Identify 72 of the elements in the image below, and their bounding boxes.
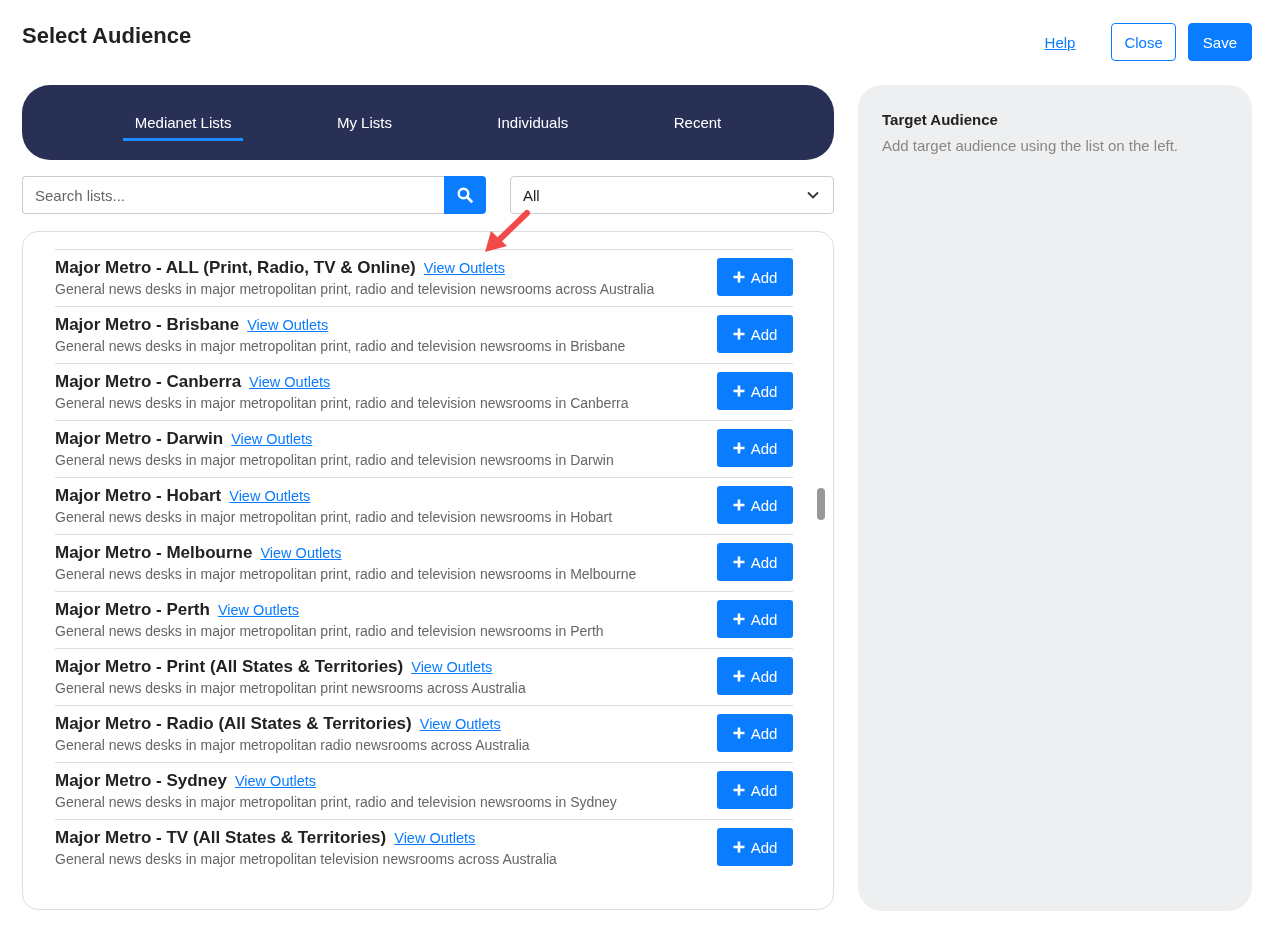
tab[interactable]: Individuals — [485, 107, 581, 141]
add-button[interactable]: Add — [717, 486, 793, 524]
list-description: General news desks in major metropolitan print, radio and television newsrooms across Australia — [55, 280, 656, 299]
plus-icon — [732, 841, 745, 853]
add-button[interactable]: Add — [717, 657, 793, 695]
list-description: General news desks in major metropolitan print, radio and television newsrooms in Darwin — [55, 451, 615, 470]
list-name: Major Metro - Brisbane — [55, 314, 240, 336]
add-button[interactable]: Add — [717, 543, 793, 581]
tab[interactable]: Medianet Lists — [122, 107, 244, 141]
list-description: General news desks in major metropolitan print, radio and television newsrooms in Canberra — [55, 394, 630, 413]
list-description: General news desks in major metropolitan print, radio and television newsrooms in Sydney — [55, 793, 618, 812]
plus-icon — [732, 613, 745, 625]
list-description: General news desks in major metropolitan print, radio and television newsrooms in Brisbane — [55, 337, 627, 356]
view-outlets-link[interactable]: View Outlets — [394, 830, 476, 846]
plus-icon — [732, 442, 745, 454]
plus-icon — [732, 499, 745, 511]
add-button[interactable]: Add — [717, 429, 793, 467]
plus-icon — [732, 328, 745, 340]
list-description: General news desks in major metropolitan print, radio and television newsrooms in Hobart — [55, 508, 614, 527]
search-field[interactable]: Search lists... — [22, 176, 444, 214]
save-button[interactable]: Save — [1187, 23, 1252, 61]
list-name: Major Metro - Darwin — [55, 428, 224, 450]
list-name: Major Metro - Hobart — [55, 485, 222, 507]
view-outlets-link[interactable]: View Outlets — [231, 431, 313, 447]
list-name: Major Metro - Radio (All States & Territories) — [55, 713, 412, 735]
add-button[interactable]: Add — [717, 600, 793, 638]
plus-icon — [732, 670, 745, 682]
list-name: Major Metro - TV (All States & Territories) — [55, 827, 387, 849]
page-title: Select Audience — [22, 23, 192, 49]
plus-icon — [732, 385, 745, 397]
panel-hint: Add target audience using the list on the left. — [882, 137, 1180, 154]
list-name: Major Metro - Canberra — [55, 371, 242, 393]
search-icon — [457, 187, 473, 203]
list-name: Major Metro - Print (All States & Territories) — [55, 656, 404, 678]
view-outlets-link[interactable]: View Outlets — [217, 602, 300, 618]
chevron-down-icon — [807, 191, 819, 199]
list-description: General news desks in major metropolitan print, radio and television newsrooms in Perth — [55, 622, 605, 641]
plus-icon — [732, 727, 745, 739]
add-button[interactable]: Add — [717, 315, 793, 353]
list-description: General news desks in major metropolitan radio newsrooms across Australia — [55, 736, 531, 755]
help-link[interactable]: Help — [1032, 33, 1088, 51]
list-name: Major Metro - Melbourne — [55, 542, 253, 564]
scrollbar-thumb[interactable] — [817, 488, 825, 520]
tab[interactable]: Recent — [661, 107, 734, 141]
list-description: General news desks in major metropolitan print newsrooms across Australia — [55, 679, 527, 698]
add-button[interactable]: Add — [717, 828, 793, 866]
view-outlets-link[interactable]: View Outlets — [247, 317, 329, 333]
panel-title: Target Audience — [882, 111, 999, 128]
plus-icon — [732, 556, 745, 568]
view-outlets-link[interactable]: View Outlets — [419, 716, 501, 732]
tab[interactable]: My Lists — [324, 107, 404, 141]
view-outlets-link[interactable]: View Outlets — [423, 260, 505, 276]
view-outlets-link[interactable]: View Outlets — [229, 488, 311, 504]
filter-dropdown[interactable]: All — [510, 176, 834, 214]
view-outlets-link[interactable]: View Outlets — [411, 659, 493, 675]
list-name: Major Metro - Sydney — [55, 770, 227, 792]
view-outlets-link[interactable]: View Outlets — [249, 374, 331, 390]
list-name: Major Metro - Perth — [55, 599, 210, 621]
add-button[interactable]: Add — [717, 771, 793, 809]
list-description: General news desks in major metropolitan television newsrooms across Australia — [55, 850, 558, 869]
plus-icon — [732, 271, 745, 283]
add-button[interactable]: Add — [717, 258, 793, 296]
add-button[interactable]: Add — [717, 714, 793, 752]
search-button[interactable] — [444, 176, 486, 214]
plus-icon — [732, 784, 745, 796]
list-description: General news desks in major metropolitan print, radio and television newsrooms in Melbourne — [55, 565, 638, 584]
view-outlets-link[interactable]: View Outlets — [260, 545, 342, 561]
annotation-arrow — [485, 210, 530, 252]
list-name: Major Metro - ALL (Print, Radio, TV & Online) — [55, 257, 416, 279]
add-button[interactable]: Add — [717, 372, 793, 410]
close-button[interactable]: Close — [1111, 23, 1176, 61]
view-outlets-link[interactable]: View Outlets — [234, 773, 317, 789]
